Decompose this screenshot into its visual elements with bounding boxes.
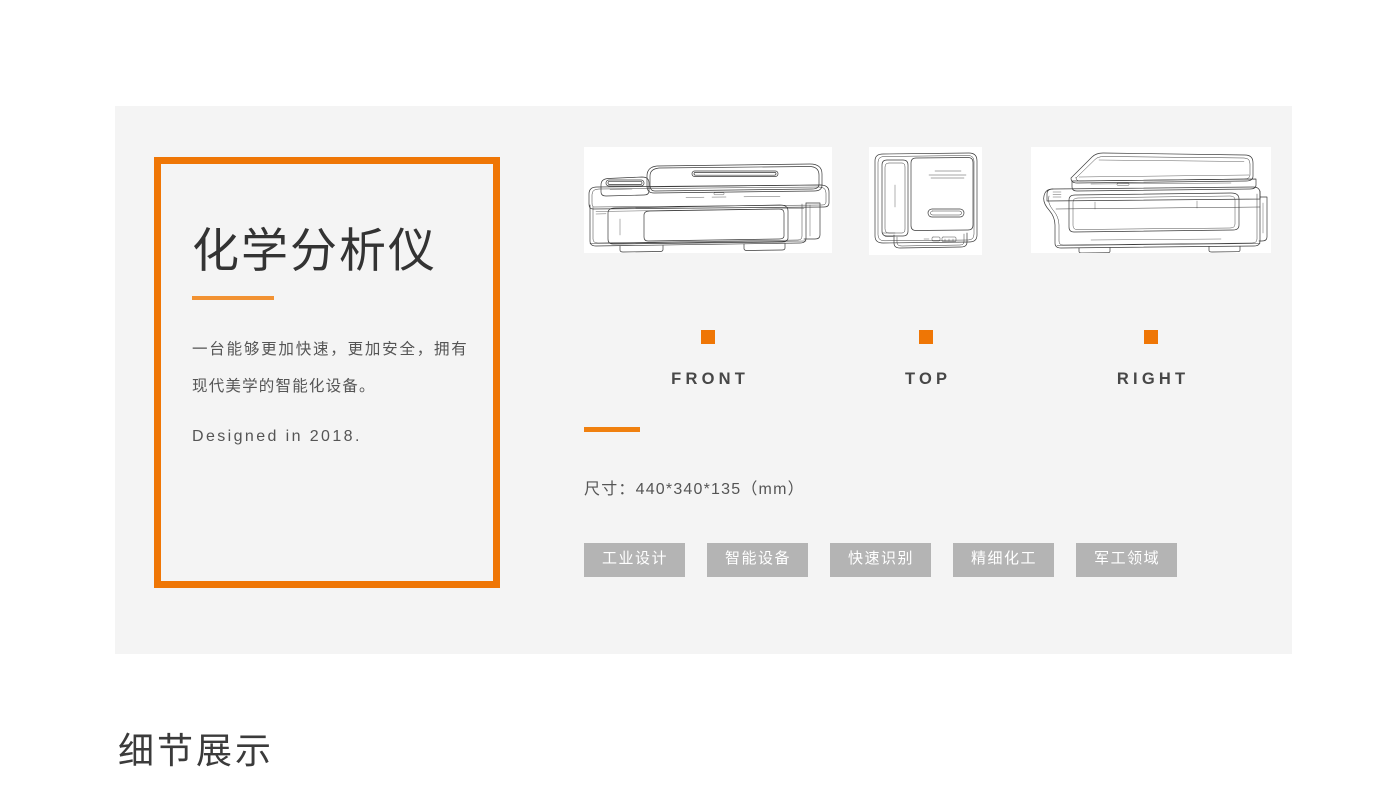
- chemical-analyzer-right-view-drawing: [1031, 147, 1271, 253]
- orange-square-marker-icon: [919, 330, 933, 344]
- spec-card-content: 化学分析仪 一台能够更加快速，更加安全，拥有现代美学的智能化设备。 Design…: [192, 224, 471, 446]
- title-underline-rule: [192, 295, 274, 300]
- tag-chip[interactable]: 精细化工: [953, 543, 1055, 577]
- orange-square-marker-icon: [701, 330, 715, 344]
- product-description: 一台能够更加快速，更加安全，拥有现代美学的智能化设备。: [192, 340, 468, 396]
- design-year-text: Designed in 2018.: [192, 427, 362, 445]
- chemical-analyzer-front-view-drawing: [584, 147, 832, 253]
- product-views-row: [584, 147, 1274, 271]
- dimensions-text: 尺寸：440*340*135（mm）: [584, 481, 805, 498]
- view-label-right-text: RIGHT: [1116, 370, 1190, 388]
- tag-chip[interactable]: 工业设计: [584, 543, 686, 577]
- tag-chip[interactable]: 军工领域: [1076, 543, 1178, 577]
- product-view-top: [869, 147, 982, 255]
- page-title: 化学分析仪: [192, 224, 437, 277]
- view-label-front: FRONT: [636, 330, 780, 389]
- view-labels-row: FRONT TOP RIGHT: [584, 330, 1274, 406]
- chemical-analyzer-top-view-drawing: [869, 147, 982, 255]
- view-label-front-text: FRONT: [671, 370, 749, 388]
- tag-row: 工业设计 智能设备 快速识别 精细化工 军工领域: [584, 543, 1274, 577]
- view-label-right: RIGHT: [1081, 330, 1221, 389]
- tag-chip[interactable]: 智能设备: [707, 543, 809, 577]
- product-views-area: FRONT TOP RIGHT 尺寸：440*340*135（mm） 工业设计 …: [584, 147, 1274, 577]
- section-divider-rule: [584, 427, 640, 432]
- product-view-right: [1031, 147, 1271, 253]
- product-view-front: [584, 147, 832, 253]
- tag-chip[interactable]: 快速识别: [830, 543, 932, 577]
- section-heading: 细节展示: [118, 730, 275, 771]
- orange-square-marker-icon: [1144, 330, 1158, 344]
- view-label-top-text: TOP: [904, 370, 952, 388]
- view-label-top: TOP: [856, 330, 996, 389]
- showcase-panel: 化学分析仪 一台能够更加快速，更加安全，拥有现代美学的智能化设备。 Design…: [115, 106, 1292, 654]
- spec-card: 化学分析仪 一台能够更加快速，更加安全，拥有现代美学的智能化设备。 Design…: [154, 157, 500, 588]
